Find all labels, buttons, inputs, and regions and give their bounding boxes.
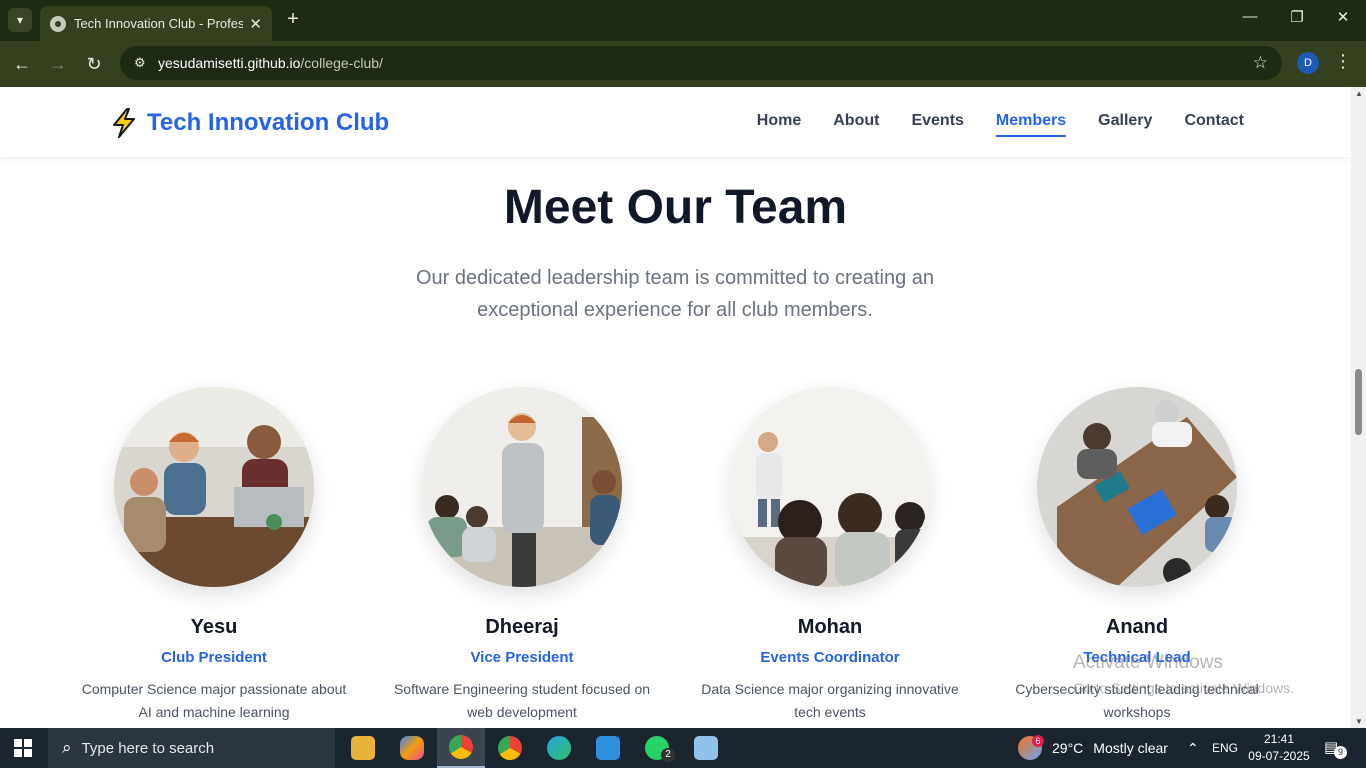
watermark-subtitle: Go to Settings to activate Windows. xyxy=(1073,680,1294,696)
bookmark-star-icon[interactable]: ☆ xyxy=(1253,53,1268,73)
clock-date: 09-07-2025 xyxy=(1248,749,1310,763)
chrome-profile-icon[interactable] xyxy=(486,728,534,768)
member-role: Events Coordinator xyxy=(760,649,900,666)
nav-events[interactable]: Events xyxy=(911,112,963,137)
browser-tab[interactable]: Tech Innovation Club - Professi ✕ xyxy=(40,6,272,41)
watermark-title: Activate Windows xyxy=(1073,652,1223,673)
main-nav: Home About Events Members Gallery Contac… xyxy=(725,112,1244,137)
taskbar-clock[interactable]: 21:41 09-07-2025 xyxy=(1244,731,1314,765)
reload-icon[interactable]: ↻ xyxy=(82,52,106,76)
scroll-down-icon[interactable]: ▼ xyxy=(1355,717,1363,726)
member-description: Computer Science major passionate about … xyxy=(81,681,347,720)
team-section-subtitle: Our dedicated leadership team is committ… xyxy=(415,267,935,321)
tray-chevron-icon[interactable]: ⌃ xyxy=(1187,728,1199,768)
member-name: Yesu xyxy=(190,616,238,638)
windows-start-icon[interactable] xyxy=(14,739,32,757)
profile-avatar[interactable]: D xyxy=(1297,52,1319,74)
forward-icon[interactable]: → xyxy=(46,52,70,76)
url-host: yesudamisetti.github.io xyxy=(158,55,301,71)
edge-icon[interactable] xyxy=(535,728,583,768)
whatsapp-badge: 2 xyxy=(661,748,675,762)
restore-icon[interactable]: ❐ xyxy=(1287,8,1307,26)
lightning-icon xyxy=(113,108,135,138)
site-logo[interactable]: Tech Innovation Club xyxy=(110,107,389,139)
language-indicator[interactable]: ENG xyxy=(1212,728,1238,768)
address-bar[interactable]: ⚙ yesudamisetti.github.io /college-club/… xyxy=(120,46,1282,80)
browser-tab-bar: ▾ Tech Innovation Club - Professi ✕ + — … xyxy=(0,0,1366,41)
close-tab-icon[interactable]: ✕ xyxy=(249,15,262,33)
member-photo xyxy=(114,387,314,587)
member-description: Data Science major organizing innovative… xyxy=(701,681,959,720)
browser-menu-icon[interactable]: ⋮ xyxy=(1334,51,1352,72)
weather-text: Mostly clear xyxy=(1093,740,1168,756)
member-name: Dheeraj xyxy=(485,616,559,638)
chrome-icon[interactable] xyxy=(437,728,485,768)
browser-toolbar: ← → ↻ ⚙ yesudamisetti.github.io /college… xyxy=(0,41,1366,87)
member-role: Vice President xyxy=(470,649,574,666)
nav-home[interactable]: Home xyxy=(757,112,801,137)
copilot-icon[interactable] xyxy=(388,728,436,768)
nav-gallery[interactable]: Gallery xyxy=(1098,112,1152,137)
member-role: Club President xyxy=(161,649,267,666)
member-card: Mohan Events Coordinator Data Science ma… xyxy=(690,387,970,724)
whatsapp-icon[interactable]: 2 xyxy=(633,728,681,768)
nav-members[interactable]: Members xyxy=(995,112,1067,137)
clock-time: 21:41 xyxy=(1263,732,1295,746)
page-scrollbar[interactable]: ▲ ▼ xyxy=(1351,87,1366,728)
taskbar-search-placeholder: Type here to search xyxy=(81,739,215,757)
member-card: Yesu Club President Computer Science maj… xyxy=(74,387,354,724)
search-icon: ⌕ xyxy=(62,738,72,757)
activate-windows-watermark: Activate Windows Go to Settings to activ… xyxy=(1073,652,1294,696)
weather-badge: 6 xyxy=(1032,735,1044,747)
tab-search-icon[interactable]: ▾ xyxy=(8,8,32,32)
logo-text: Tech Innovation Club xyxy=(147,109,390,136)
url-path: /college-club/ xyxy=(300,55,383,71)
globe-icon xyxy=(50,15,66,32)
member-name: Anand xyxy=(1105,616,1169,638)
member-card: Dheeraj Vice President Software Engineer… xyxy=(382,387,662,724)
nav-about[interactable]: About xyxy=(833,112,879,137)
close-window-icon[interactable]: ✕ xyxy=(1333,8,1353,26)
page-viewport: Tech Innovation Club Home About Events M… xyxy=(0,87,1351,728)
nav-contact[interactable]: Contact xyxy=(1184,112,1244,137)
team-section-title: Meet Our Team xyxy=(503,181,848,234)
scroll-up-icon[interactable]: ▲ xyxy=(1355,89,1363,98)
back-icon[interactable]: ← xyxy=(10,52,34,76)
weather-temp: 29°C xyxy=(1052,740,1084,756)
site-header: Tech Innovation Club Home About Events M… xyxy=(0,87,1351,157)
notification-count: 9 xyxy=(1334,746,1347,759)
notification-icon[interactable]: ▤ 9 xyxy=(1324,738,1347,759)
member-description: Software Engineering student focused on … xyxy=(393,681,651,720)
app-icon[interactable] xyxy=(682,728,730,768)
scroll-thumb[interactable] xyxy=(1355,369,1362,435)
site-info-icon[interactable]: ⚙ xyxy=(134,55,154,71)
member-photo xyxy=(730,387,930,587)
file-explorer-icon[interactable] xyxy=(339,728,387,768)
tab-title: Tech Innovation Club - Professi xyxy=(73,16,244,31)
minimize-icon[interactable]: — xyxy=(1240,8,1260,25)
vscode-icon[interactable] xyxy=(584,728,632,768)
member-photo xyxy=(422,387,622,587)
taskbar-search[interactable]: ⌕ Type here to search xyxy=(48,728,335,768)
windows-taskbar: ⌕ Type here to search 2 6 29°C Mostly cl… xyxy=(0,728,1366,768)
new-tab-button[interactable]: + xyxy=(283,8,303,31)
weather-widget[interactable]: 6 29°C Mostly clear xyxy=(1018,728,1168,768)
member-photo xyxy=(1037,387,1237,587)
member-name: Mohan xyxy=(797,616,863,638)
